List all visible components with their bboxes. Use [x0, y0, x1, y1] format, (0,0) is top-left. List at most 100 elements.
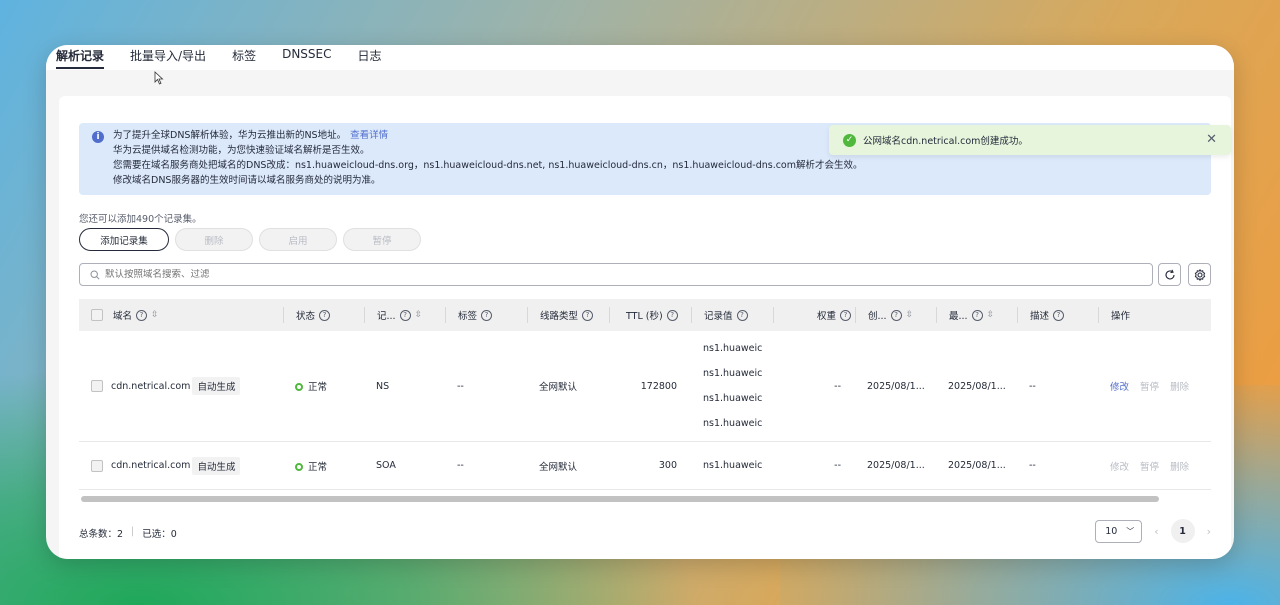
pause-link[interactable]: 暂停	[1140, 382, 1159, 393]
horizontal-scrollbar[interactable]	[81, 496, 1159, 502]
page-number[interactable]: 1	[1170, 519, 1195, 543]
help-icon[interactable]: ?	[890, 309, 902, 321]
tag-cell: --	[457, 460, 464, 471]
notice-line3: 您需要在域名服务商处把域名的DNS改成：ns1.huaweicloud-dns.…	[113, 160, 863, 171]
tab-logs[interactable]: 日志	[358, 45, 382, 69]
toast-message: 公网域名cdn.netrical.com创建成功。	[863, 136, 1028, 147]
line-cell: 全网默认	[539, 382, 578, 393]
sort-icon[interactable]: ⇳	[987, 310, 995, 320]
page-size-select[interactable]: 10 ﹀	[1095, 519, 1143, 543]
modified-cell: 2025/08/1...	[948, 460, 1006, 471]
col-domain: 域名 ? ⇳	[79, 307, 283, 323]
col-value: 记录值 ?	[691, 307, 773, 323]
pause-button[interactable]: 暂停	[343, 228, 421, 251]
help-icon[interactable]: ?	[1053, 309, 1065, 321]
close-icon[interactable]: ✕	[1206, 132, 1217, 147]
edit-link[interactable]: 修改	[1110, 382, 1129, 393]
check-circle-icon: ✓	[843, 133, 856, 147]
auto-tag: 自动生成	[192, 377, 241, 395]
tab-bar: 解析记录 批量导入/导出 标签 DNSSEC 日志	[46, 45, 1234, 70]
tab-tags[interactable]: 标签	[232, 45, 256, 69]
line-cell: 全网默认	[539, 461, 578, 473]
status-cell: 正常	[283, 459, 364, 473]
tab-import-export[interactable]: 批量导入/导出	[130, 45, 206, 69]
search-icon	[90, 269, 100, 280]
col-created: 创... ? ⇳	[855, 307, 936, 323]
row-checkbox[interactable]	[91, 459, 103, 472]
gear-icon	[1194, 268, 1205, 281]
desc-cell: --	[1029, 380, 1036, 392]
table-header: 域名 ? ⇳ 状态 ? 记... ? ⇳ 标签 ? 线路类型 ? TTL (秒)…	[79, 299, 1211, 331]
help-icon[interactable]: ?	[971, 309, 983, 321]
help-icon[interactable]: ?	[666, 309, 678, 321]
status-dot-icon	[295, 383, 303, 391]
help-icon[interactable]: ?	[319, 309, 331, 321]
action-buttons: 添加记录集 删除 启用 暂停	[79, 228, 421, 251]
weight-cell: --	[834, 380, 841, 392]
search-input[interactable]	[105, 269, 1105, 280]
records-table: 域名 ? ⇳ 状态 ? 记... ? ⇳ 标签 ? 线路类型 ? TTL (秒)…	[79, 299, 1211, 490]
ttl-cell: 172800	[640, 380, 677, 392]
app-window: 解析记录 批量导入/导出 标签 DNSSEC 日志 i 为了提升全球DNS解析体…	[46, 45, 1234, 559]
help-icon[interactable]: ?	[840, 309, 851, 321]
col-weight: 权重 ?	[773, 307, 855, 323]
status-cell: 正常	[283, 379, 364, 393]
sort-icon[interactable]: ⇳	[151, 310, 159, 320]
help-icon[interactable]: ?	[399, 309, 411, 321]
prev-page-icon[interactable]: ‹	[1154, 525, 1158, 538]
table-row: cdn.netrical.com 自动生成 正常 SOA -- 全网默认 300…	[79, 442, 1211, 490]
col-type: 记... ? ⇳	[364, 307, 445, 323]
col-line: 线路类型 ?	[527, 307, 609, 323]
records-panel: i 为了提升全球DNS解析体验，华为云推出新的NS地址。 查看详情 华为云提供域名…	[59, 96, 1231, 559]
col-modified: 最... ? ⇳	[936, 307, 1017, 323]
quota-text: 您还可以添加490个记录集。	[79, 214, 202, 225]
select-all-checkbox[interactable]	[91, 309, 103, 321]
edit-link[interactable]: 修改	[1110, 462, 1129, 473]
created-cell: 2025/08/1...	[867, 380, 925, 392]
col-ttl: TTL (秒) ?	[609, 307, 691, 323]
next-page-icon[interactable]: ›	[1207, 525, 1211, 538]
delete-link[interactable]: 删除	[1170, 382, 1189, 393]
delete-button[interactable]: 删除	[175, 228, 253, 251]
col-status: 状态 ?	[283, 307, 364, 323]
refresh-button[interactable]	[1158, 263, 1181, 286]
notice-line1: 为了提升全球DNS解析体验，华为云推出新的NS地址。	[113, 130, 347, 141]
auto-tag: 自动生成	[192, 456, 241, 475]
tab-dnssec[interactable]: DNSSEC	[282, 45, 331, 69]
add-record-button[interactable]: 添加记录集	[79, 228, 169, 251]
enable-button[interactable]: 启用	[259, 228, 337, 251]
value-cell: ns1.huaweic ns1.huaweic ns1.huaweic ns1.…	[703, 343, 763, 429]
desc-cell: --	[1029, 460, 1036, 471]
search-box[interactable]	[79, 263, 1153, 286]
table-footer: 总条数：2 | 已选：0	[79, 526, 177, 540]
pause-link[interactable]: 暂停	[1140, 462, 1159, 473]
row-checkbox[interactable]	[91, 380, 103, 392]
details-link[interactable]: 查看详情	[350, 130, 388, 141]
help-icon[interactable]: ?	[136, 309, 148, 321]
modified-cell: 2025/08/1...	[948, 380, 1006, 392]
created-cell: 2025/08/1...	[867, 460, 925, 471]
help-icon[interactable]: ?	[736, 309, 748, 321]
refresh-icon	[1164, 269, 1175, 280]
sort-icon[interactable]: ⇳	[906, 310, 914, 320]
selected-count: 已选：0	[142, 529, 177, 540]
help-icon[interactable]: ?	[582, 309, 594, 321]
divider: |	[131, 526, 135, 537]
col-ops: 操作	[1098, 307, 1211, 323]
table-row: cdn.netrical.com 自动生成 正常 NS -- 全网默认 1728…	[79, 331, 1211, 442]
delete-link[interactable]: 删除	[1170, 462, 1189, 473]
type-cell: SOA	[376, 460, 396, 471]
sort-icon[interactable]: ⇳	[415, 310, 423, 320]
value-cell: ns1.huaweic	[703, 460, 763, 471]
pagination: 10 ﹀ ‹ 1 ›	[1095, 519, 1211, 543]
status-dot-icon	[295, 462, 303, 471]
col-tag: 标签 ?	[445, 307, 527, 323]
notice-line4: 修改域名DNS服务器的生效时间请以域名服务商处的说明为准。	[113, 175, 381, 186]
tab-records[interactable]: 解析记录	[56, 45, 105, 69]
help-icon[interactable]: ?	[481, 309, 493, 321]
type-cell: NS	[376, 380, 390, 392]
col-desc: 描述 ?	[1017, 307, 1098, 323]
total-count: 总条数：2	[79, 529, 124, 540]
info-icon: i	[92, 131, 104, 143]
settings-button[interactable]	[1188, 263, 1211, 286]
